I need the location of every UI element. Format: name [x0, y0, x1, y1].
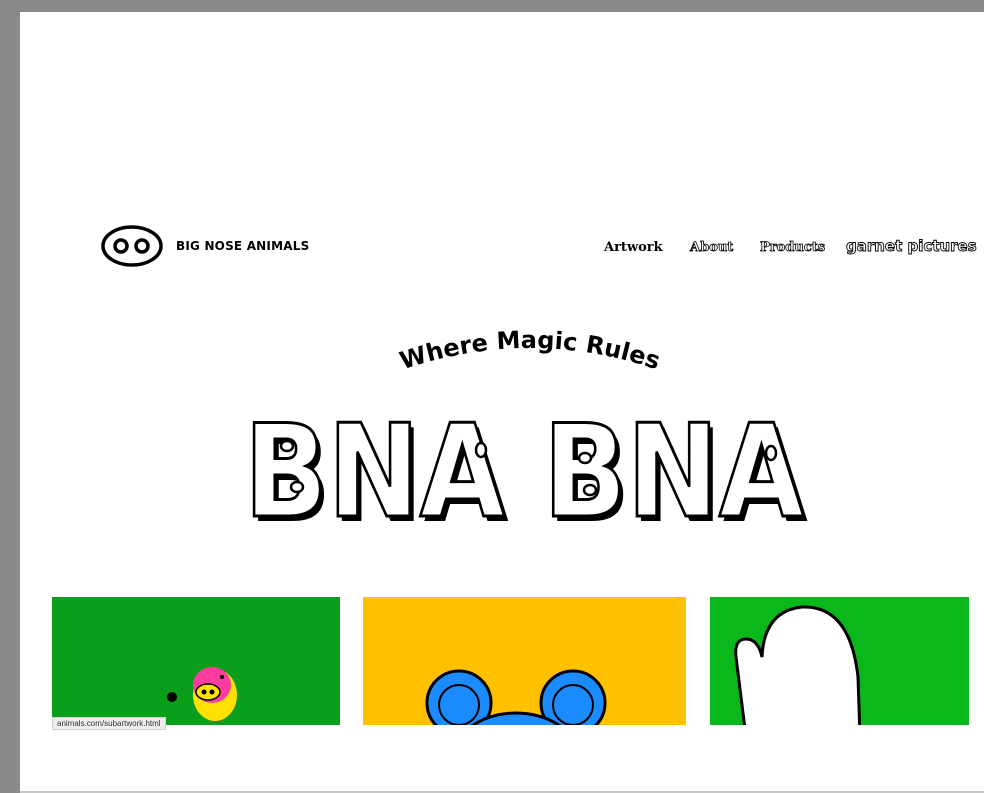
hero-title-bna: BNA BNA BNA BNA: [243, 398, 809, 540]
artwork-card-3[interactable]: [710, 597, 969, 725]
nav-products[interactable]: Products: [760, 240, 826, 256]
white-mitten-character-icon: [734, 605, 862, 725]
hero-tagline: Where Magic Rules: [396, 326, 663, 375]
hero-tagline-text: Where Magic Rules: [396, 326, 663, 375]
artwork-card-1[interactable]: [52, 597, 340, 725]
hero-title-text: BNA BNA: [244, 398, 804, 540]
nav-artwork[interactable]: Artwork: [604, 240, 663, 255]
nav-garnet-pictures[interactable]: garnet pictures: [846, 237, 978, 256]
pink-pig-character-icon: [167, 667, 237, 721]
main-nav: Artwork About Products garnet pictures: [0, 237, 984, 260]
status-bar-url: animals.com/subartwork.html: [52, 717, 166, 730]
blue-bear-character-icon: [425, 669, 607, 725]
svg-text:Where Magic Rules: Where Magic Rules: [396, 326, 663, 375]
window-frame-left: [0, 0, 20, 793]
artwork-card-2[interactable]: [363, 597, 686, 725]
window-frame-top: [0, 0, 984, 12]
nav-about[interactable]: About: [690, 240, 734, 256]
